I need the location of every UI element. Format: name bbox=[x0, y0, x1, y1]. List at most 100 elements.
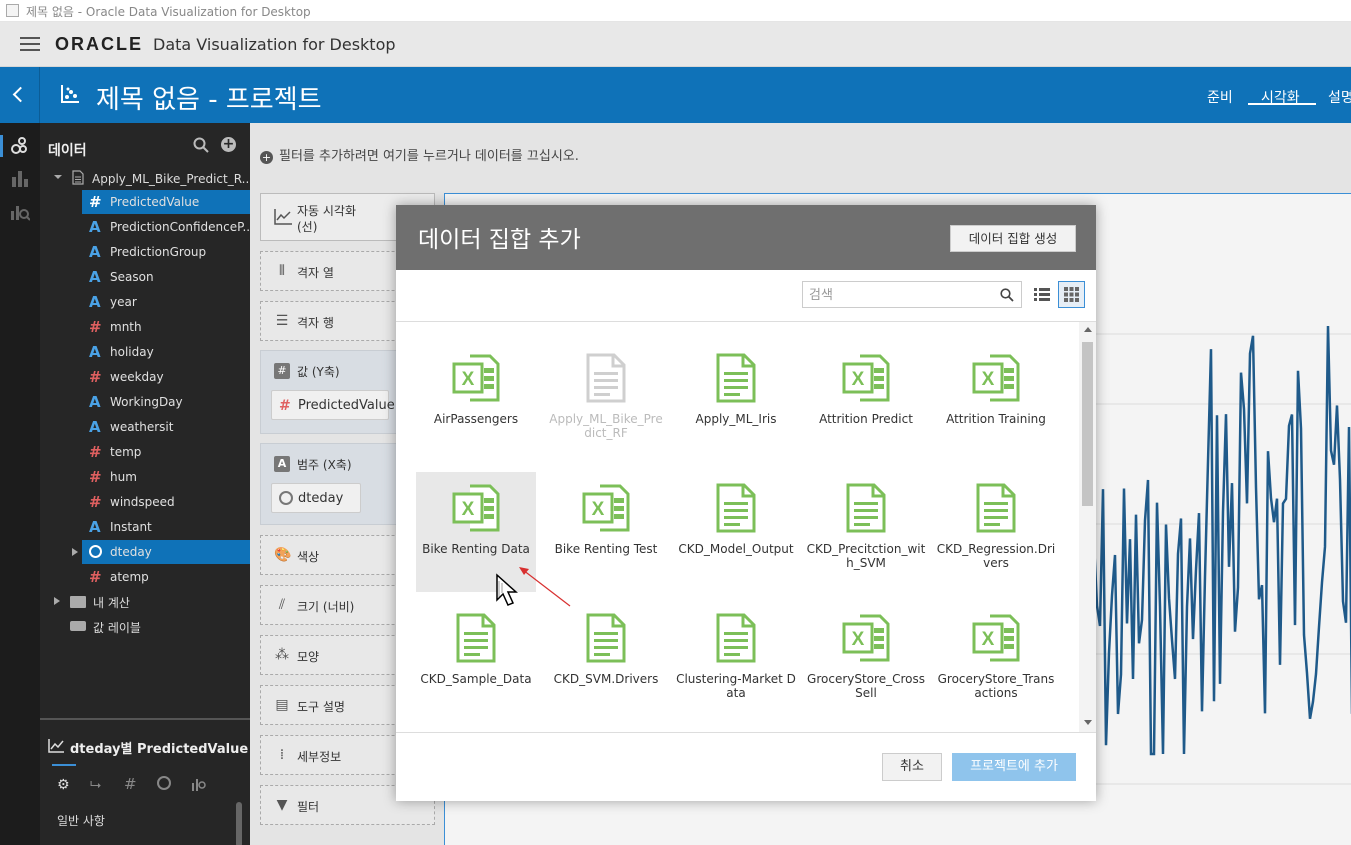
filter-bar[interactable]: + 필터를 추가하려면 여기를 누르거나 데이터를 끄십시오. bbox=[260, 145, 579, 164]
document-file-icon bbox=[976, 483, 1016, 533]
window-title-bar: 제목 없음 - Oracle Data Visualization for De… bbox=[0, 0, 1351, 22]
general-settings-icon[interactable]: ⚙ bbox=[57, 777, 70, 793]
create-dataset-button[interactable]: 데이터 집합 생성 bbox=[950, 225, 1076, 252]
column-item[interactable]: A PredictionConfidenceP... bbox=[82, 215, 250, 239]
date-time-icon[interactable] bbox=[157, 776, 171, 790]
dteday-pill[interactable]: dteday bbox=[271, 483, 361, 513]
predictedvalue-pill[interactable]: # PredictedValue bbox=[271, 390, 395, 420]
dataset-card[interactable]: CKD_SVM.Drivers bbox=[546, 602, 666, 722]
pill-label: PredictedValue bbox=[298, 398, 395, 413]
column-item[interactable]: # mnth bbox=[82, 315, 250, 339]
back-button[interactable] bbox=[0, 67, 40, 123]
dataset-card[interactable]: X GroceryStore_Transactions bbox=[936, 602, 1056, 722]
dataset-card[interactable]: X Attrition Training bbox=[936, 342, 1056, 462]
grid-rows-label: 격자 행 bbox=[297, 316, 334, 330]
search-input[interactable] bbox=[809, 286, 989, 304]
dataset-card[interactable]: Apply_ML_Iris bbox=[676, 342, 796, 462]
dataset-card[interactable]: CKD_Model_Output bbox=[676, 472, 796, 592]
general-section[interactable]: 일반 사항 bbox=[57, 812, 105, 829]
number-format-icon[interactable]: # bbox=[124, 775, 137, 793]
number-type-icon: # bbox=[279, 398, 291, 414]
my-calculations[interactable]: 내 계산 bbox=[93, 594, 130, 611]
dataset-name[interactable]: Apply_ML_Bike_Predict_R... bbox=[92, 172, 250, 186]
grid-view-button[interactable] bbox=[1058, 281, 1085, 308]
axis-icon[interactable]: ⮡ bbox=[90, 777, 101, 793]
svg-text:X: X bbox=[852, 629, 865, 650]
svg-text:X: X bbox=[982, 629, 995, 650]
visualizations-icon[interactable] bbox=[11, 169, 29, 187]
column-name: holiday bbox=[110, 345, 154, 359]
folder-icon bbox=[70, 596, 86, 608]
search-icon[interactable] bbox=[193, 137, 209, 153]
column-item[interactable]: Aholiday bbox=[82, 340, 250, 364]
tab-prepare[interactable]: 준비 bbox=[1207, 87, 1233, 107]
window-title: 제목 없음 - Oracle Data Visualization for De… bbox=[26, 5, 311, 19]
analytics-tab-icon[interactable] bbox=[191, 777, 207, 791]
column-name: PredictionConfidenceP... bbox=[110, 220, 250, 234]
svg-text:X: X bbox=[982, 369, 995, 390]
dataset-card[interactable]: CKD_Sample_Data bbox=[416, 602, 536, 722]
dataset-card[interactable]: CKD_Precitction_with_SVM bbox=[806, 472, 926, 592]
add-to-project-button[interactable]: 프로젝트에 추가 bbox=[952, 753, 1076, 781]
column-name: temp bbox=[110, 445, 142, 459]
column-item[interactable]: A Instant bbox=[82, 515, 250, 539]
dataset-card[interactable]: X Attrition Predict bbox=[806, 342, 926, 462]
tab-narrate[interactable]: 설명 bbox=[1328, 87, 1351, 107]
app-window-icon bbox=[6, 4, 19, 17]
list-view-icon[interactable] bbox=[1031, 282, 1053, 307]
column-item[interactable]: A PredictionGroup bbox=[82, 240, 250, 264]
dataset-card[interactable]: Apply_ML_Bike_Predict_RF bbox=[546, 342, 666, 462]
attribute-type-icon: A bbox=[89, 293, 101, 311]
scroll-up-icon[interactable] bbox=[1084, 327, 1092, 332]
dataset-name: AirPassengers bbox=[433, 412, 519, 426]
dataset-card[interactable]: X AirPassengers bbox=[416, 342, 536, 462]
project-header: 제목 없음 - 프로젝트 준비 시각화 설명 bbox=[0, 67, 1351, 123]
dataset-card[interactable]: Clustering-Market Data bbox=[676, 602, 796, 722]
attribute-type-icon: A bbox=[89, 393, 101, 411]
analytics-icon[interactable] bbox=[10, 203, 30, 221]
active-prop-tab-indicator bbox=[52, 764, 76, 766]
date-type-icon bbox=[89, 545, 102, 558]
dataset-name: CKD_Sample_Data bbox=[420, 672, 532, 686]
column-item[interactable]: dteday bbox=[72, 540, 250, 564]
hamburger-menu-icon[interactable] bbox=[20, 37, 40, 51]
column-item[interactable]: # atemp bbox=[82, 565, 250, 589]
value-labels[interactable]: 값 레이블 bbox=[93, 619, 141, 636]
scroll-down-icon[interactable] bbox=[1084, 720, 1092, 725]
cancel-button[interactable]: 취소 bbox=[882, 753, 942, 781]
excel-file-icon: X bbox=[452, 484, 500, 532]
dataset-card[interactable]: X GroceryStore_CrossSell bbox=[806, 602, 926, 722]
dataset-grid: X AirPassengers Apply_ML_Bike_Predict_RF Ap… bbox=[396, 322, 1096, 732]
line-chart-icon bbox=[274, 209, 292, 225]
chart-series-line bbox=[1083, 325, 1351, 756]
attribute-type-icon: A bbox=[89, 518, 101, 536]
column-item[interactable]: # temp bbox=[82, 440, 250, 464]
column-item[interactable]: A WorkingDay bbox=[82, 390, 250, 414]
collapse-icon[interactable] bbox=[54, 175, 62, 183]
dataset-search[interactable] bbox=[802, 281, 1022, 308]
scrollbar-thumb[interactable] bbox=[1082, 342, 1093, 506]
expand-icon[interactable] bbox=[72, 548, 78, 556]
column-item[interactable]: # PredictedValue bbox=[82, 190, 250, 214]
expand-icon[interactable] bbox=[54, 597, 60, 605]
column-item[interactable]: Aweathersit bbox=[82, 415, 250, 439]
column-item[interactable]: # weekday bbox=[82, 365, 250, 389]
data-icon[interactable] bbox=[11, 137, 29, 155]
project-title: 제목 없음 - 프로젝트 bbox=[96, 85, 322, 115]
column-item[interactable]: # hum bbox=[82, 465, 250, 489]
number-type-icon: # bbox=[89, 568, 102, 586]
scrollbar[interactable] bbox=[236, 802, 242, 845]
data-panel: 데이터 + Apply_ML_Bike_Predict_R... # Predic… bbox=[40, 123, 250, 845]
attribute-type-icon: A bbox=[89, 343, 101, 361]
column-item[interactable]: A Season bbox=[82, 265, 250, 289]
column-name: year bbox=[110, 295, 137, 309]
column-item[interactable]: # windspeed bbox=[82, 490, 250, 514]
dialog-title: 데이터 집합 추가 bbox=[418, 227, 581, 253]
dialog-scrollbar[interactable] bbox=[1079, 322, 1096, 732]
dataset-card[interactable]: CKD_Regression.Drivers bbox=[936, 472, 1056, 592]
search-icon[interactable] bbox=[1000, 288, 1014, 302]
add-data-icon[interactable]: + bbox=[221, 137, 236, 152]
app-header: ORACLE Data Visualization for Desktop bbox=[0, 22, 1351, 67]
dataset-name: Bike Renting Data bbox=[422, 542, 530, 556]
column-item[interactable]: Ayear bbox=[82, 290, 250, 314]
